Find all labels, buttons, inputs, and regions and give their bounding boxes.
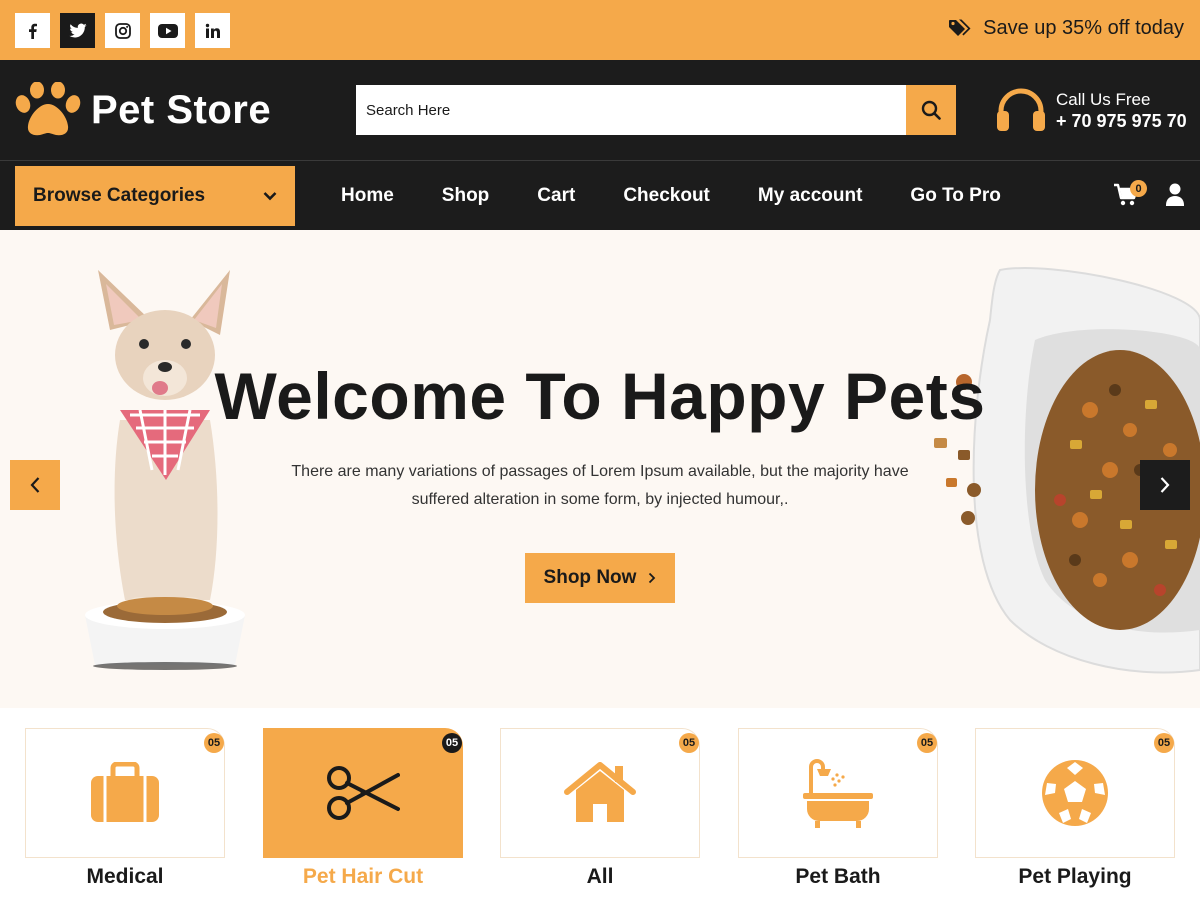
category-pet-hair-cut[interactable]: 05 Pet Hair Cut [263, 728, 463, 889]
nav-item-my-account[interactable]: My account [758, 185, 863, 207]
search-input[interactable] [356, 85, 906, 135]
facebook-link[interactable] [15, 13, 50, 48]
medical-bag-icon [91, 762, 159, 822]
nav-item-checkout[interactable]: Checkout [623, 185, 710, 207]
top-bar: Save up 35% off today [0, 0, 1200, 60]
category-pet-playing[interactable]: 05 Pet Playing [975, 728, 1175, 889]
contact-info: Call Us Free + 70 975 975 70 [995, 87, 1187, 133]
nav-item-go-to-pro[interactable]: Go To Pro [910, 185, 1000, 207]
nav-item-home[interactable]: Home [341, 185, 394, 207]
category-label[interactable]: Medical [25, 865, 225, 889]
soccer-ball-icon [1042, 760, 1108, 826]
category-label[interactable]: Pet Bath [738, 865, 938, 889]
nav-item-shop[interactable]: Shop [442, 185, 490, 207]
category-card[interactable]: 05 [500, 728, 700, 858]
search-button[interactable] [906, 85, 956, 135]
category-pet-bath[interactable]: 05 Pet Bath [738, 728, 938, 889]
slider-prev-button[interactable] [10, 460, 60, 510]
browse-categories-button[interactable]: Browse Categories [15, 166, 295, 226]
contact-phone[interactable]: + 70 975 975 70 [1056, 110, 1187, 132]
main-nav: Browse Categories Home Shop Cart Checkou… [0, 160, 1200, 230]
category-label[interactable]: Pet Playing [975, 865, 1175, 889]
header: Pet Store Call Us Free + 70 975 975 70 [0, 60, 1200, 160]
headphones-icon [997, 88, 1045, 131]
category-all[interactable]: 05 All [500, 728, 700, 889]
tags-icon [949, 19, 971, 36]
promo: Save up 35% off today [949, 17, 1184, 40]
nav-menu: Home Shop Cart Checkout My account Go To… [341, 161, 1049, 231]
cart-count-badge: 0 [1130, 180, 1147, 197]
bathtub-icon [803, 759, 873, 828]
browse-categories-label: Browse Categories [33, 185, 206, 206]
hero-subtitle: There are many variations of passages of… [291, 463, 909, 508]
dog-with-bowl-image [85, 270, 245, 670]
contact-label: Call Us Free [1056, 89, 1151, 109]
category-count-badge: 05 [204, 733, 224, 753]
logo-text: Pet Store [91, 87, 272, 132]
nav-item-cart[interactable]: Cart [537, 185, 575, 207]
search-bar [356, 85, 956, 135]
shop-now-button[interactable]: Shop Now [525, 553, 675, 603]
category-card[interactable]: 05 [25, 728, 225, 858]
chevron-right-icon [649, 572, 656, 584]
category-medical[interactable]: 05 Medical [25, 728, 225, 889]
scissors-icon [327, 766, 400, 820]
promo-text: Save up 35% off today [983, 17, 1184, 39]
linkedin-link[interactable] [195, 13, 230, 48]
hero-title: Welcome To Happy Pets [214, 359, 986, 433]
category-label[interactable]: Pet Hair Cut [263, 865, 463, 889]
cart-button[interactable]: 0 [1113, 180, 1147, 211]
chevron-right-icon [1160, 477, 1170, 493]
instagram-icon [114, 22, 131, 39]
youtube-link[interactable] [150, 13, 185, 48]
slider-next-button[interactable] [1140, 460, 1190, 510]
category-count-badge: 05 [1154, 733, 1174, 753]
logo[interactable]: Pet Store [15, 82, 271, 138]
category-label[interactable]: All [500, 865, 700, 889]
search-icon [921, 100, 941, 120]
hero-slider: Welcome To Happy Pets There are many var… [0, 230, 1200, 708]
paw-icon [15, 82, 81, 136]
user-account-button[interactable] [1166, 183, 1184, 212]
chevron-down-icon [263, 192, 277, 201]
user-icon [1166, 183, 1184, 206]
category-card[interactable]: 05 [738, 728, 938, 858]
category-count-badge: 05 [679, 733, 699, 753]
facebook-icon [28, 23, 37, 39]
twitter-link[interactable] [60, 13, 95, 48]
chevron-left-icon [30, 477, 40, 493]
category-count-badge: 05 [442, 733, 462, 753]
category-card[interactable]: 05 [263, 728, 463, 858]
youtube-icon [157, 23, 178, 38]
category-count-badge: 05 [917, 733, 937, 753]
instagram-link[interactable] [105, 13, 140, 48]
category-row: 05 Medical 05 Pet Hair Cut 05 All 05 Pet… [0, 708, 1200, 900]
twitter-icon [68, 23, 87, 37]
linkedin-icon [205, 23, 220, 38]
shop-now-label: Shop Now [543, 567, 637, 588]
home-icon [564, 762, 636, 822]
category-card[interactable]: 05 [975, 728, 1175, 858]
